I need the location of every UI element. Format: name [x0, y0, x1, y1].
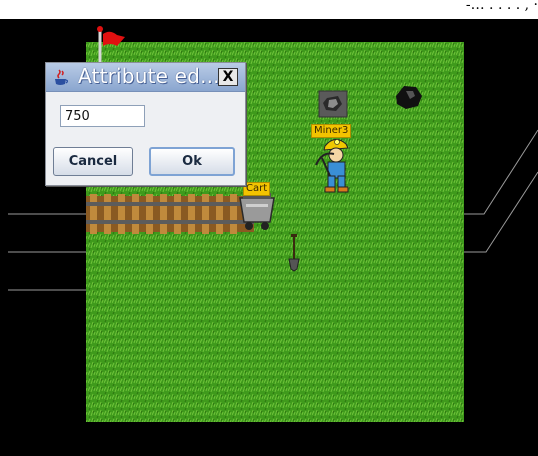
miner-label: Miner3 [311, 124, 352, 138]
cart-label: Cart [243, 182, 271, 196]
close-button[interactable]: X [218, 68, 238, 86]
ok-button[interactable]: Ok [149, 147, 235, 176]
cancel-button[interactable]: Cancel [53, 147, 133, 176]
attribute-value-input[interactable] [60, 105, 145, 127]
attribute-editor-dialog[interactable]: Attribute ed... X Cancel Ok [45, 62, 246, 186]
dialog-title: Attribute ed... [78, 64, 220, 88]
rail-track-icon[interactable] [86, 194, 254, 234]
gold-nugget-icon[interactable] [318, 90, 348, 118]
java-cup-icon [55, 69, 69, 85]
dialog-titlebar[interactable]: Attribute ed... X [46, 63, 245, 92]
top-caption: -… . . . . , · [465, 0, 538, 13]
